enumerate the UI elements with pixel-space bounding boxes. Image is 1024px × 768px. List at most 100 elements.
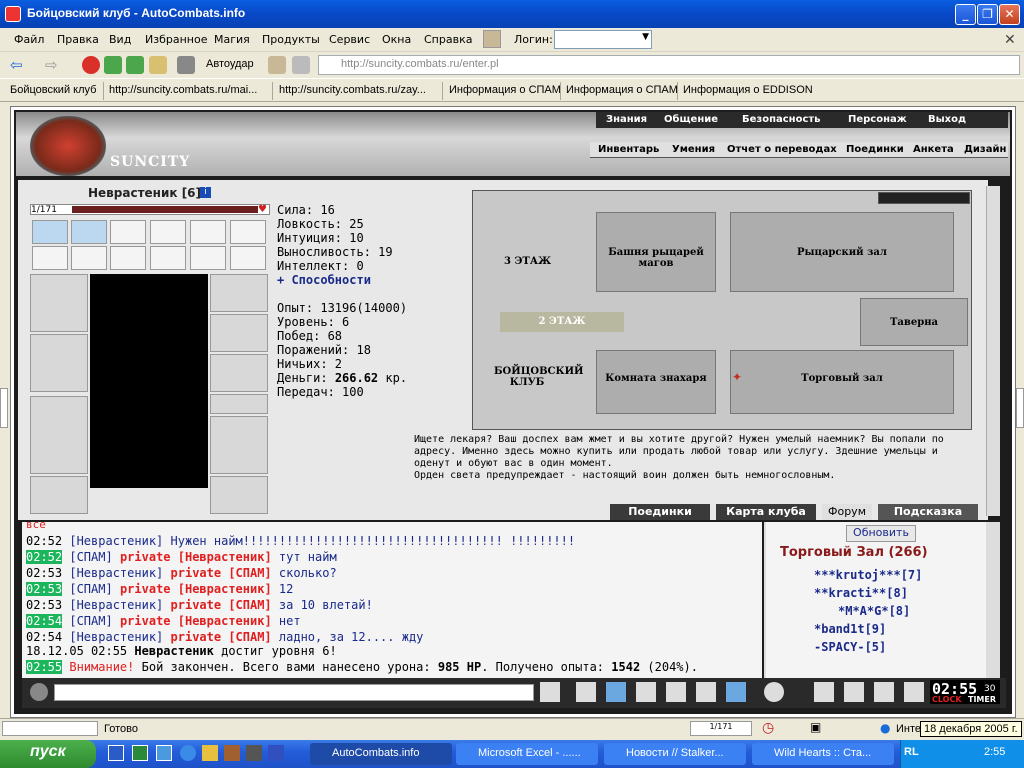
bracers-slot[interactable] bbox=[210, 314, 268, 352]
chat-nick[interactable]: [Неврастеник] bbox=[69, 630, 163, 644]
scroll-slot[interactable] bbox=[71, 220, 107, 244]
sound-icon[interactable] bbox=[268, 56, 286, 74]
tab-communication[interactable]: Общение bbox=[664, 114, 718, 125]
bookmark-6[interactable]: Информация о EDDISON bbox=[683, 84, 813, 96]
start-button[interactable]: пуск bbox=[0, 740, 96, 768]
user-item[interactable]: -SPACY-[5] bbox=[780, 638, 922, 656]
emoji-icon[interactable] bbox=[764, 682, 784, 702]
map-tavern[interactable]: Таверна bbox=[860, 298, 968, 346]
page-scrollbar[interactable] bbox=[986, 186, 1000, 516]
chat-private[interactable]: private [Неврастеник] bbox=[120, 614, 272, 628]
eraser-icon[interactable] bbox=[576, 682, 596, 702]
tab-security[interactable]: Безопасность bbox=[742, 114, 821, 125]
tab-design[interactable]: Дизайн bbox=[964, 144, 1006, 155]
chat-nick[interactable]: [СПАМ] bbox=[69, 614, 112, 628]
chat-private[interactable]: private [СПАМ] bbox=[171, 566, 272, 580]
smiley-face-icon[interactable] bbox=[30, 683, 48, 701]
app-icon-3[interactable] bbox=[224, 745, 240, 761]
chat-nick[interactable]: [СПАМ] bbox=[69, 550, 112, 564]
menu-products[interactable]: Продукты bbox=[262, 33, 320, 46]
info-button-icon[interactable] bbox=[814, 682, 834, 702]
map-knight-hall[interactable]: Рыцарский зал bbox=[730, 212, 954, 292]
minimize-button[interactable]: _ bbox=[955, 4, 976, 25]
fights-button[interactable]: Поединки bbox=[610, 504, 710, 520]
tab-exit[interactable]: Выход bbox=[928, 114, 966, 125]
chat-nick[interactable]: [СПАМ] bbox=[69, 582, 112, 596]
boots-slot[interactable] bbox=[210, 476, 268, 514]
scroll-slot[interactable] bbox=[32, 220, 68, 244]
tab-transfers[interactable]: Отчет о переводах bbox=[727, 144, 837, 155]
lock-icon[interactable] bbox=[874, 682, 894, 702]
filter-icon[interactable] bbox=[292, 56, 310, 74]
tab-character[interactable]: Персонаж bbox=[848, 114, 907, 125]
tab-skills[interactable]: Умения bbox=[672, 144, 715, 155]
autohit-button[interactable]: Автоудар bbox=[206, 58, 254, 70]
right-panel-toggle[interactable] bbox=[1016, 388, 1024, 428]
task-excel[interactable]: Microsoft Excel - ...... bbox=[456, 743, 598, 765]
login-select[interactable]: ▼ bbox=[554, 30, 652, 49]
send-icon[interactable] bbox=[540, 682, 560, 702]
menu-favorites[interactable]: Избранное bbox=[145, 33, 207, 46]
close-doc-icon[interactable]: ✕ bbox=[1004, 32, 1016, 48]
refresh-icon[interactable] bbox=[104, 56, 122, 74]
ie-icon[interactable] bbox=[180, 745, 196, 761]
address-bar[interactable]: http://suncity.combats.ru/enter.pl bbox=[318, 55, 1020, 75]
tab-profile[interactable]: Анкета bbox=[913, 144, 954, 155]
abilities-link[interactable]: + Способности bbox=[277, 273, 407, 287]
back-icon[interactable]: ⇦ bbox=[10, 56, 23, 74]
map-floor3[interactable]: 3 ЭТАЖ bbox=[504, 256, 551, 267]
chat-nick[interactable]: [Неврастеник] bbox=[69, 534, 163, 548]
gloves-slot[interactable] bbox=[210, 354, 268, 392]
task-wildhearts[interactable]: Wild Hearts :: Ста... bbox=[752, 743, 894, 765]
map-trade-hall[interactable]: Торговый зал bbox=[730, 350, 954, 414]
bookmark-3[interactable]: http://suncity.combats.ru/zay... bbox=[279, 84, 426, 96]
refresh-all-icon[interactable] bbox=[126, 56, 144, 74]
scroll-slot[interactable] bbox=[150, 220, 186, 244]
language-indicator[interactable]: RL bbox=[904, 746, 919, 758]
menu-help[interactable]: Справка bbox=[424, 33, 472, 46]
menu-file[interactable]: Файл bbox=[14, 33, 44, 46]
excel-icon[interactable] bbox=[132, 745, 148, 761]
earrings-slot[interactable] bbox=[210, 274, 268, 312]
user-item[interactable]: *M*A*G*[8] bbox=[780, 602, 922, 620]
user-item[interactable]: *band1t[9] bbox=[780, 620, 922, 638]
map-club[interactable]: БОЙЦОВСКИЙ КЛУБ bbox=[494, 366, 583, 388]
fight-icon[interactable] bbox=[666, 682, 686, 702]
club-map-button[interactable]: Карта клуба bbox=[716, 504, 816, 520]
menu-edit[interactable]: Правка bbox=[57, 33, 99, 46]
bookmark-1[interactable]: Бойцовский клуб bbox=[10, 84, 96, 96]
scroll-slot[interactable] bbox=[230, 220, 266, 244]
forum-button[interactable]: Форум bbox=[822, 504, 872, 520]
chat-nick[interactable]: [Неврастеник] bbox=[69, 566, 163, 580]
bookmark-5[interactable]: Информация о СПАМ bbox=[566, 84, 678, 96]
desktop-icon[interactable] bbox=[156, 745, 172, 761]
chat-nick[interactable]: [Неврастеник] bbox=[69, 598, 163, 612]
scale-icon[interactable] bbox=[696, 682, 716, 702]
shield-slot[interactable] bbox=[210, 416, 268, 474]
rings-slot[interactable] bbox=[210, 394, 268, 414]
tab-knowledge[interactable]: Знания bbox=[606, 114, 647, 125]
map-floor2[interactable]: 2 ЭТАЖ bbox=[500, 312, 624, 332]
chat-private[interactable]: private [Неврастеник] bbox=[120, 550, 272, 564]
tab-fights[interactable]: Поединки bbox=[846, 144, 904, 155]
save-icon[interactable] bbox=[636, 682, 656, 702]
user-item[interactable]: **kracti**[8] bbox=[780, 584, 922, 602]
room-scrollbar[interactable] bbox=[986, 522, 1000, 678]
maximize-button[interactable]: ❐ bbox=[977, 4, 998, 25]
hint-button[interactable]: Подсказка bbox=[878, 504, 978, 520]
word-icon[interactable] bbox=[108, 745, 124, 761]
chat-private[interactable]: private [СПАМ] bbox=[171, 598, 272, 612]
task-autocombats[interactable]: AutoCombats.info bbox=[310, 743, 452, 765]
chat-private[interactable]: private [СПАМ] bbox=[171, 630, 272, 644]
scroll-slot[interactable] bbox=[71, 246, 107, 270]
belt-slot[interactable] bbox=[30, 476, 88, 514]
bookmark-4[interactable]: Информация о СПАМ bbox=[449, 84, 561, 96]
home-icon[interactable] bbox=[149, 56, 167, 74]
info-icon[interactable]: i bbox=[200, 187, 211, 198]
menu-service[interactable]: Сервис bbox=[329, 33, 370, 46]
user-item[interactable]: ***krutoj***[7] bbox=[780, 566, 922, 584]
map-healer[interactable]: Комната знахаря bbox=[596, 350, 716, 414]
chat-private[interactable]: private [Неврастеник] bbox=[120, 582, 272, 596]
menu-magic[interactable]: Магия bbox=[214, 33, 250, 46]
task-stalker[interactable]: Новости // Stalker... bbox=[604, 743, 746, 765]
